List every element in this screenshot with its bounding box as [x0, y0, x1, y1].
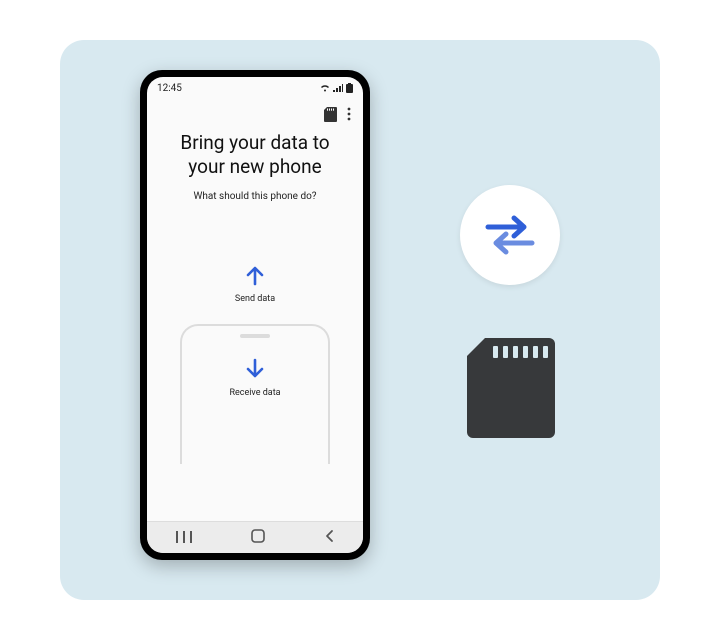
nav-recent-icon[interactable] — [176, 528, 192, 547]
title-line-1: Bring your data to — [180, 131, 329, 154]
illustration-card: 12:45 Bring your data to your ne — [60, 40, 660, 600]
title-line-2: your new phone — [188, 155, 321, 178]
overflow-menu-icon[interactable] — [347, 107, 351, 121]
page-title: Bring your data to your new phone — [180, 131, 329, 179]
arrow-down-icon — [242, 356, 268, 382]
battery-icon — [346, 83, 353, 93]
phone-mockup: 12:45 Bring your data to your ne — [140, 70, 370, 560]
receive-data-button[interactable]: Receive data — [180, 324, 330, 464]
wifi-icon — [320, 84, 330, 92]
phone-notch-decoration — [240, 334, 270, 338]
nav-back-icon[interactable] — [324, 528, 334, 547]
swap-arrows-badge — [460, 185, 560, 285]
sd-card-large-icon — [467, 338, 555, 438]
signal-icon — [333, 84, 343, 92]
nav-bar — [147, 521, 363, 553]
arrow-up-icon — [242, 262, 268, 288]
nav-home-icon[interactable] — [251, 528, 265, 547]
page-subtitle: What should this phone do? — [193, 191, 316, 202]
status-time: 12:45 — [157, 83, 182, 94]
app-bar — [147, 99, 363, 129]
status-indicators — [320, 83, 353, 93]
main-content: Bring your data to your new phone What s… — [147, 129, 363, 521]
swap-arrows-icon — [482, 213, 538, 257]
receive-label: Receive data — [229, 388, 280, 398]
sd-card-icon[interactable] — [324, 107, 337, 122]
phone-screen: 12:45 Bring your data to your ne — [147, 77, 363, 553]
send-label: Send data — [235, 294, 275, 304]
send-data-button[interactable]: Send data — [235, 262, 275, 304]
status-bar: 12:45 — [147, 77, 363, 99]
